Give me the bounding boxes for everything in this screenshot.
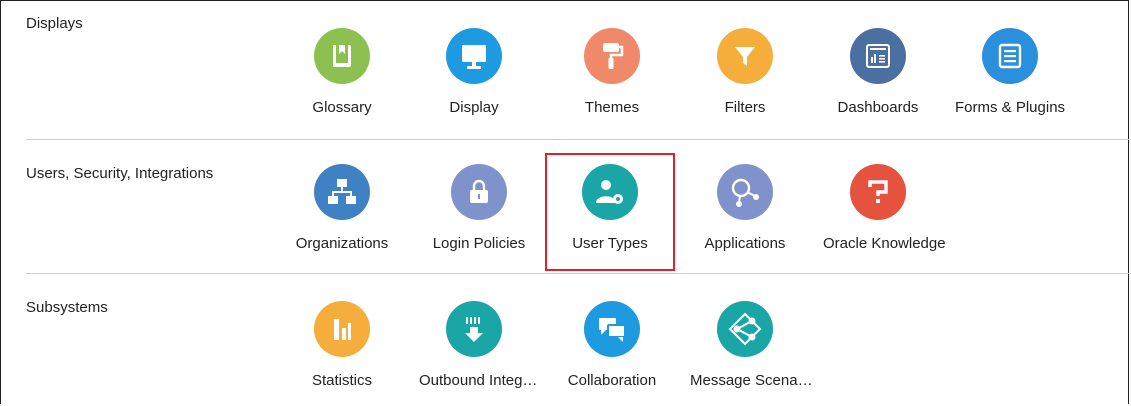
tile-label: Collaboration <box>567 372 657 389</box>
tile-label: Filters <box>724 99 766 116</box>
tile-themes[interactable]: Themes <box>557 28 667 116</box>
tile-filters[interactable]: Filters <box>690 28 800 116</box>
tile-label: Glossary <box>312 99 372 116</box>
outbound-arrow-icon <box>446 301 502 357</box>
share-icon <box>717 301 773 357</box>
tile-outbound-integration[interactable]: Outbound Integ… <box>419 301 538 389</box>
selection-highlight <box>545 153 675 271</box>
section-title: Subsystems <box>26 299 108 316</box>
tile-label: Themes <box>584 99 640 116</box>
tile-statistics[interactable]: Statistics <box>287 301 397 389</box>
tile-label: Forms & Plugins <box>955 99 1066 116</box>
applications-icon <box>717 164 773 220</box>
tile-organizations[interactable]: Organizations <box>287 164 397 252</box>
tile-label: Oracle Knowledge <box>823 235 946 252</box>
paint-roller-icon <box>584 28 640 84</box>
tile-collaboration[interactable]: Collaboration <box>557 301 667 389</box>
bar-chart-icon <box>314 301 370 357</box>
tile-message-scenarios[interactable]: Message Scena… <box>690 301 813 389</box>
monitor-icon <box>446 28 502 84</box>
tile-label: Applications <box>704 235 786 252</box>
tile-display[interactable]: Display <box>419 28 529 116</box>
dashboard-icon <box>850 28 906 84</box>
tile-applications[interactable]: Applications <box>690 164 800 252</box>
tile-login-policies[interactable]: Login Policies <box>424 164 534 252</box>
section-subsystems: Subsystems Statistics Outbound Integ… Co… <box>1 273 1130 405</box>
question-icon <box>850 164 906 220</box>
form-icon <box>982 28 1038 84</box>
funnel-icon <box>717 28 773 84</box>
tile-label: Organizations <box>295 235 389 252</box>
chat-bubbles-icon <box>584 301 640 357</box>
tile-dashboards[interactable]: Dashboards <box>823 28 933 116</box>
tile-label: Statistics <box>311 372 372 389</box>
org-chart-icon <box>314 164 370 220</box>
tile-label: Outbound Integ… <box>419 372 538 389</box>
settings-panel: Displays Glossary Display Themes Filters <box>0 0 1130 405</box>
tile-label: Message Scena… <box>690 372 813 389</box>
section-displays: Displays Glossary Display Themes Filters <box>1 1 1130 139</box>
tile-label: Display <box>449 99 499 116</box>
section-title: Displays <box>26 15 83 32</box>
lock-icon <box>451 164 507 220</box>
glossary-book-icon <box>314 28 370 84</box>
tile-forms-plugins[interactable]: Forms & Plugins <box>955 28 1065 116</box>
tile-label: Login Policies <box>432 235 526 252</box>
tile-label: Dashboards <box>837 99 919 116</box>
tile-glossary[interactable]: Glossary <box>287 28 397 116</box>
tile-oracle-knowledge[interactable]: Oracle Knowledge <box>823 164 946 252</box>
section-title: Users, Security, Integrations <box>26 165 214 182</box>
